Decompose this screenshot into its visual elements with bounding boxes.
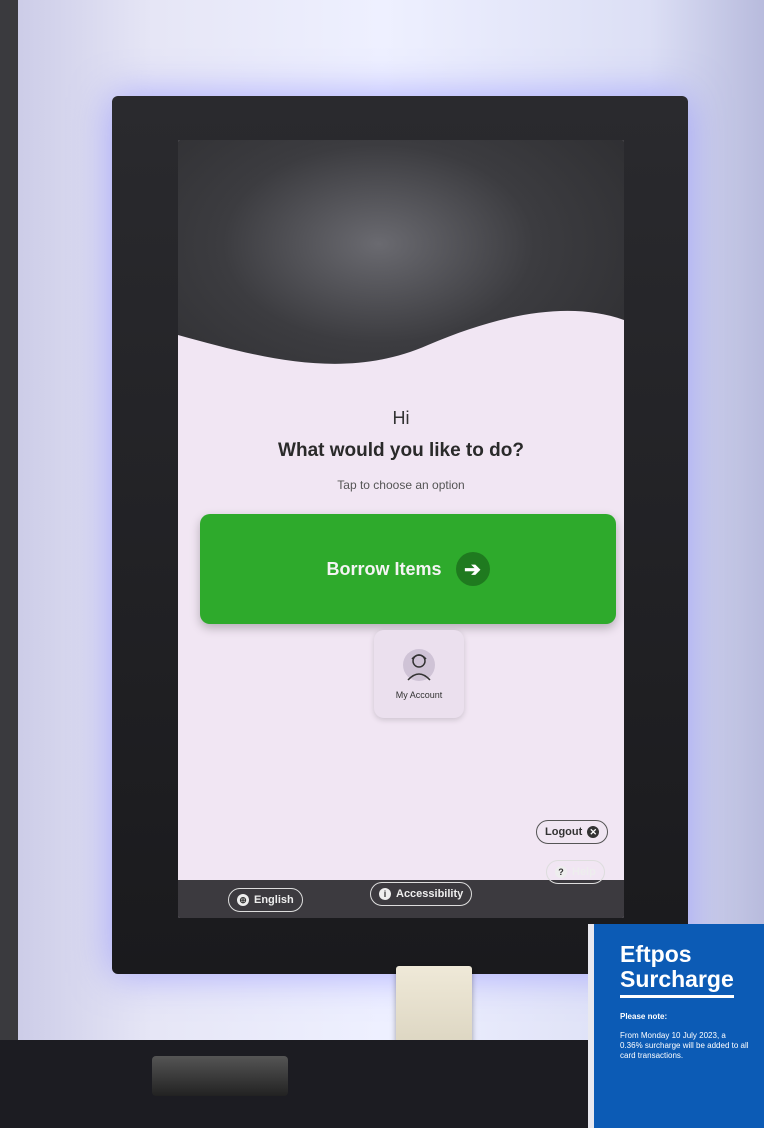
globe-icon: ⊕ [237,894,249,906]
help-label: Help [572,866,596,878]
eftpos-surcharge-sign: Eftpos Surcharge Please note: From Monda… [588,924,764,1128]
accessibility-label: Accessibility [396,888,464,900]
sign-title-line1: Eftpos [620,941,692,967]
user-icon [403,649,435,681]
accessibility-button[interactable]: i Accessibility [370,882,473,906]
info-icon: i [379,888,391,900]
kiosk-screen: Hi What would you like to do? Tap to cho… [178,140,624,918]
wall-left [0,0,18,1128]
language-label: English [254,894,294,906]
question-icon: ? [555,866,567,878]
borrow-items-button[interactable]: Borrow Items ➔ [200,514,616,624]
close-circle-icon: ✕ [587,826,600,838]
arrow-right-icon: ➔ [455,552,490,586]
greeting-text: Hi [392,408,410,428]
my-account-button[interactable]: My Account [374,630,464,718]
instruction-text: Tap to choose an option [337,478,465,492]
logout-label: Logout [545,826,583,838]
receipt-slot [152,1056,288,1096]
help-button[interactable]: ? Help [546,860,605,884]
sign-note: Please note: [620,1011,668,1021]
sign-title-line2: Surcharge [620,967,734,998]
logout-button[interactable]: Logout ✕ [536,820,609,844]
wave-divider [178,310,624,410]
my-account-label: My Account [395,690,443,700]
page-title: What would you like to do? [278,440,524,461]
bottom-toolbar: ⊕ English i Accessibility ? Help [178,860,624,918]
sign-body: From Monday 10 July 2023, a 0.36% surcha… [620,1030,749,1061]
language-button[interactable]: ⊕ English [228,888,303,912]
borrow-items-label: Borrow Items [326,558,442,579]
